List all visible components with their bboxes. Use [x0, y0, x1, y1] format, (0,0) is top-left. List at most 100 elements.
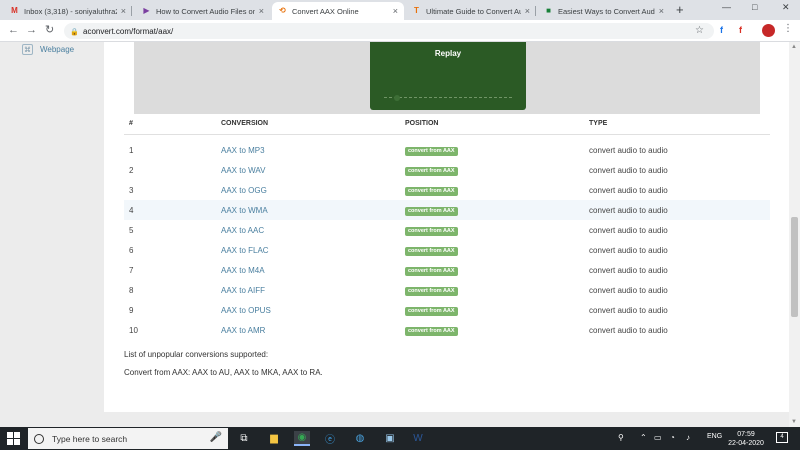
table-row: 10 AAX to AMR convert from AAX convert audi…: [124, 320, 770, 340]
chevron-up-icon[interactable]: ⌃: [640, 433, 647, 442]
new-tab-icon[interactable]: +: [676, 3, 684, 17]
table-row: 7 AAX to M4A convert from AAX convert audio…: [124, 260, 770, 280]
close-window-icon[interactable]: ✕: [782, 2, 790, 13]
row-type: convert audio to audio: [589, 265, 668, 275]
store-icon[interactable]: ▣: [382, 431, 398, 446]
row-type: convert audio to audio: [589, 225, 668, 235]
conversion-link[interactable]: AAX to FLAC: [221, 246, 269, 255]
row-number: 3: [129, 185, 134, 195]
header-position: POSITION: [400, 114, 584, 135]
conversion-link[interactable]: AAX to M4A: [221, 266, 265, 275]
aconvert-icon: ⟲: [279, 6, 286, 15]
back-icon[interactable]: ←: [8, 24, 19, 37]
gmail-icon: M: [11, 6, 18, 15]
browser-toolbar: ← → ↻ 🔒 aconvert.com/format/aax/ ☆ f f ⋮: [0, 20, 800, 42]
scrollbar-thumb[interactable]: [791, 217, 798, 317]
row-type: convert audio to audio: [589, 305, 668, 315]
row-conversion: AAX to OGG: [216, 180, 400, 200]
volume-icon[interactable]: ♪: [686, 433, 690, 442]
lock-icon: 🔒: [70, 28, 79, 36]
media-area: Replay: [134, 42, 760, 114]
microphone-icon[interactable]: 🎤: [210, 432, 222, 443]
extension-f-icon[interactable]: f: [720, 25, 723, 35]
scroll-down-icon[interactable]: ▼: [791, 419, 797, 425]
tab-gmail[interactable]: M Inbox (3,318) - soniyaluthra24 ×: [4, 2, 132, 20]
row-number: 1: [129, 145, 134, 155]
position-badge: convert from AAX: [405, 326, 458, 336]
media-player[interactable]: Replay: [370, 42, 526, 110]
scroll-up-icon[interactable]: ▲: [791, 44, 797, 50]
webpage-icon: ⌘: [22, 44, 33, 55]
file-explorer-icon[interactable]: ▆: [266, 431, 282, 446]
close-tab-icon[interactable]: ×: [259, 6, 264, 16]
maximize-icon[interactable]: □: [752, 2, 757, 12]
position-badge: convert from AAX: [405, 226, 458, 236]
avatar[interactable]: [762, 24, 775, 37]
notification-icon[interactable]: 4: [776, 432, 788, 443]
table-row: 5 AAX to AAC convert from AAX convert audio…: [124, 220, 770, 240]
battery-icon[interactable]: ▭: [654, 433, 662, 442]
row-conversion: AAX to AIFF: [216, 280, 400, 300]
tab-ultimate-guide[interactable]: T Ultimate Guide to Convert Au ×: [406, 2, 536, 20]
extension-red-f-icon[interactable]: f: [739, 25, 742, 35]
edge-icon[interactable]: ⓔ: [322, 431, 338, 446]
close-tab-icon[interactable]: ×: [659, 6, 664, 16]
row-number: 10: [129, 325, 138, 335]
unpopular-label: List of unpopular conversions supported:: [124, 350, 269, 359]
row-position: convert from AAX: [400, 240, 584, 260]
tab-easiest-ways[interactable]: ■ Easiest Ways to Convert Audio ×: [538, 2, 670, 20]
row-type: convert audio to audio: [589, 185, 668, 195]
conversion-link[interactable]: AAX to AMR: [221, 326, 265, 335]
row-conversion: AAX to WMA: [216, 200, 400, 220]
progress-bar[interactable]: [384, 95, 512, 101]
tab-convert-aax-online[interactable]: ⟲ Convert AAX Online ×: [272, 2, 404, 20]
conversion-link[interactable]: AAX to OPUS: [221, 306, 271, 315]
language-indicator[interactable]: ENG: [707, 433, 722, 440]
row-conversion: AAX to OPUS: [216, 300, 400, 320]
windows-start-icon[interactable]: [7, 432, 20, 445]
scrollbar[interactable]: ▲ ▼: [789, 42, 800, 427]
photos-icon[interactable]: ◍: [352, 431, 368, 446]
menu-icon[interactable]: ⋮: [783, 23, 793, 34]
browser-tab-strip: M Inbox (3,318) - soniyaluthra24 × ▶ How…: [0, 0, 800, 20]
close-tab-icon[interactable]: ×: [525, 6, 530, 16]
conversion-link[interactable]: AAX to WMA: [221, 206, 268, 215]
chrome-icon[interactable]: ◉: [294, 431, 310, 446]
bookmark-star-icon[interactable]: ☆: [695, 25, 704, 36]
position-badge: convert from AAX: [405, 186, 458, 196]
header-number: #: [124, 114, 216, 135]
address-bar[interactable]: 🔒 aconvert.com/format/aax/: [64, 23, 714, 39]
taskbar-search[interactable]: Type here to search 🎤: [28, 428, 228, 449]
task-view-icon[interactable]: ⧉: [236, 431, 252, 446]
table-row: 3 AAX to OGG convert from AAX convert audio…: [124, 180, 770, 200]
sidebar-item-webpage[interactable]: ⌘ Webpage: [22, 44, 74, 55]
convert-icon: ■: [546, 6, 551, 15]
row-conversion: AAX to M4A: [216, 260, 400, 280]
row-type: convert audio to audio: [589, 165, 668, 175]
network-icon[interactable]: ◔: [670, 433, 675, 442]
row-number: 9: [129, 305, 134, 315]
row-number: 6: [129, 245, 134, 255]
row-position: convert from AAX: [400, 320, 584, 340]
unpopular-conversions: List of unpopular conversions supported:…: [124, 350, 323, 386]
position-badge: convert from AAX: [405, 166, 458, 176]
minimize-icon[interactable]: —: [722, 2, 731, 12]
taskbar-search-placeholder: Type here to search: [52, 433, 128, 444]
clock[interactable]: 07:59 22-04-2020: [724, 430, 768, 448]
row-type: convert audio to audio: [589, 285, 668, 295]
people-icon[interactable]: ⚲: [618, 433, 624, 442]
close-tab-icon[interactable]: ×: [121, 6, 126, 16]
table-row: 8 AAX to AIFF convert from AAX convert audi…: [124, 280, 770, 300]
guide-icon: T: [414, 6, 419, 15]
conversion-link[interactable]: AAX to MP3: [221, 146, 265, 155]
reload-icon[interactable]: ↻: [45, 24, 54, 37]
close-tab-icon[interactable]: ×: [393, 6, 398, 16]
tab-how-to-convert[interactable]: ▶ How to Convert Audio Files on ×: [136, 2, 270, 20]
conversion-link[interactable]: AAX to AAC: [221, 226, 264, 235]
replay-button[interactable]: Replay: [370, 49, 526, 58]
conversion-link[interactable]: AAX to OGG: [221, 186, 267, 195]
conversion-link[interactable]: AAX to WAV: [221, 166, 265, 175]
forward-icon[interactable]: →: [26, 24, 37, 37]
word-icon[interactable]: W: [410, 431, 426, 446]
conversion-link[interactable]: AAX to AIFF: [221, 286, 265, 295]
